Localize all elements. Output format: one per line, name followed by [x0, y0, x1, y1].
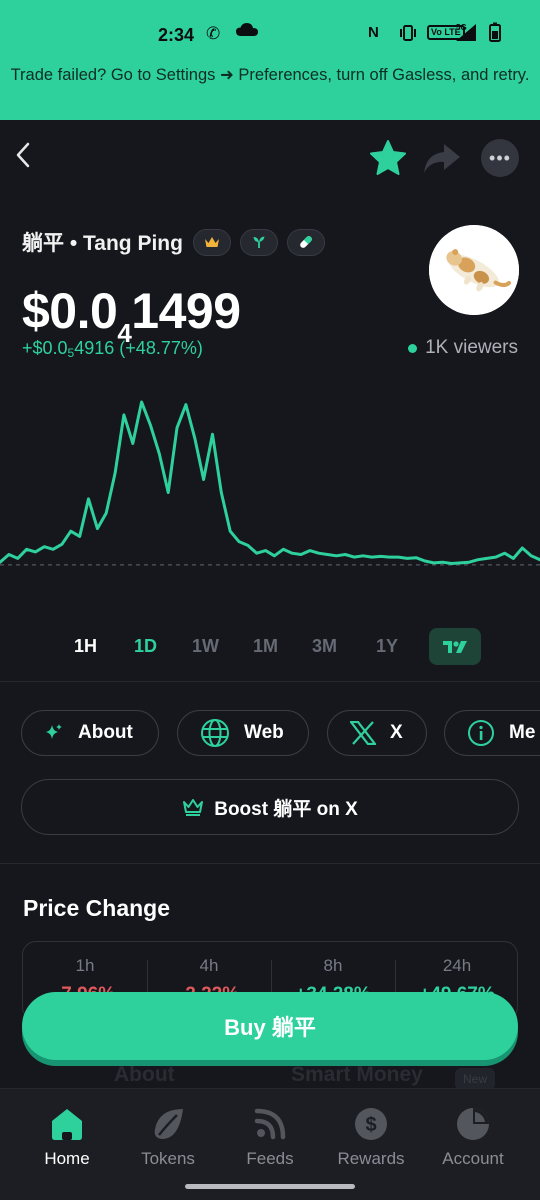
range-1y[interactable]: 1Y — [376, 636, 398, 657]
tradingview-icon — [443, 640, 467, 653]
change-prefix: +$0.0 — [22, 338, 68, 358]
section-divider — [0, 681, 540, 682]
price-prefix: $0.0 — [22, 283, 118, 339]
battery-icon — [489, 22, 501, 47]
svg-text:$: $ — [365, 1114, 376, 1136]
info-icon — [467, 719, 495, 747]
sprout-icon — [253, 236, 265, 248]
account-icon — [454, 1105, 492, 1143]
cloud-icon — [236, 22, 258, 43]
sparkle-icon — [44, 723, 64, 743]
range-1m[interactable]: 1M — [253, 636, 278, 657]
chevron-left-icon — [16, 142, 30, 168]
sprout-badge[interactable] — [239, 228, 278, 256]
globe-icon — [200, 718, 230, 748]
web-pill[interactable]: Web — [177, 710, 309, 756]
gesture-home-indicator[interactable] — [185, 1184, 355, 1189]
x-logo-icon — [350, 721, 376, 745]
phone-icon: ✆ — [206, 24, 221, 43]
ellipsis-icon: ••• — [489, 147, 511, 168]
boost-on-x-button[interactable]: Boost 躺平 on X — [21, 779, 519, 835]
section-divider — [0, 863, 540, 864]
viewers-label: 1K viewers — [425, 337, 518, 358]
about-tab[interactable]: About — [114, 1063, 175, 1087]
rewards-icon: $ — [352, 1105, 390, 1143]
price-digits: 1499 — [131, 283, 241, 339]
share-button[interactable] — [422, 138, 462, 178]
viewer-count: 1K viewers — [408, 337, 518, 359]
price-change-label: 4h — [199, 956, 219, 975]
gasless-warning-banner[interactable]: Trade failed? Go to Settings ➜ Preferenc… — [0, 62, 540, 120]
tab-rewards[interactable]: $ Rewards — [326, 1105, 416, 1169]
new-badge: New — [455, 1068, 495, 1090]
tab-account[interactable]: Account — [428, 1105, 518, 1169]
feeds-icon — [251, 1105, 289, 1143]
x-label: X — [390, 722, 403, 743]
price-change-title: Price Change — [23, 895, 170, 921]
nfc-icon: N — [368, 24, 379, 41]
banner-text: Trade failed? Go to Settings ➜ Preferenc… — [10, 66, 530, 84]
smart-money-tab[interactable]: Smart Money — [291, 1063, 423, 1087]
buy-label: Buy 躺平 — [224, 1015, 316, 1040]
tab-label: Feeds — [246, 1149, 294, 1168]
range-1w[interactable]: 1W — [192, 636, 219, 657]
web-label: Web — [244, 722, 284, 743]
tokens-icon — [149, 1105, 187, 1143]
home-icon — [48, 1105, 86, 1143]
range-3m[interactable]: 3M — [312, 636, 337, 657]
price-change: +$0.054916 (+48.77%) — [22, 338, 203, 360]
pill-badge[interactable] — [286, 228, 325, 256]
tab-label: Rewards — [337, 1149, 405, 1168]
about-pill[interactable]: About — [21, 710, 159, 756]
time-range-selector: 1H 1D 1W 1M 3M 1Y — [0, 628, 540, 668]
tab-label: Account — [442, 1149, 504, 1168]
boost-label: Boost 躺平 on X — [214, 798, 358, 820]
price-change-label: 1h — [75, 956, 95, 975]
crown-icon — [204, 236, 219, 247]
range-1d[interactable]: 1D — [134, 636, 157, 657]
share-arrow-icon — [424, 144, 460, 173]
more-options-button[interactable]: ••• — [481, 139, 519, 177]
price-chart[interactable] — [0, 380, 540, 600]
vibrate-icon — [400, 24, 416, 47]
token-name: 躺平 • Tang Ping — [22, 232, 183, 255]
price-change-label: 8h — [323, 956, 343, 975]
range-1h[interactable]: 1H — [74, 636, 97, 657]
price-change-label: 24h — [442, 956, 472, 975]
chart-series-line — [0, 400, 540, 565]
x-pill[interactable]: X — [327, 710, 427, 756]
about-label: About — [78, 722, 133, 743]
pill-icon — [300, 236, 312, 248]
live-dot-icon — [408, 343, 418, 353]
star-icon — [370, 140, 406, 175]
crown-outline-icon — [182, 798, 204, 816]
svg-text:5G: 5G — [456, 23, 467, 32]
signal-icon: 5G — [452, 22, 478, 47]
crown-badge[interactable] — [192, 228, 231, 256]
tab-home[interactable]: Home — [22, 1105, 112, 1169]
change-digits: 4916 — [74, 338, 115, 358]
more-info-pill[interactable]: Me — [444, 710, 540, 756]
token-title-row: 躺平 • Tang Ping — [22, 226, 334, 258]
tab-label: Home — [44, 1149, 90, 1168]
token-avatar[interactable] — [429, 225, 519, 315]
change-percent: (+48.77%) — [119, 338, 203, 358]
cat-lying-image — [429, 225, 519, 315]
buy-button[interactable]: Buy 躺平 — [22, 992, 518, 1060]
tab-feeds[interactable]: Feeds — [225, 1105, 315, 1169]
tab-label: Tokens — [141, 1149, 195, 1168]
more-info-label: Me — [509, 722, 536, 743]
status-time: 2:34 — [158, 25, 195, 45]
top-nav: ••• — [0, 130, 540, 186]
favorite-button[interactable] — [368, 138, 408, 178]
tab-tokens[interactable]: Tokens — [123, 1105, 213, 1169]
tradingview-button[interactable] — [429, 628, 481, 665]
back-button[interactable] — [14, 140, 46, 176]
status-bar: 2:34 ✆ N Vo LTE 5G — [0, 0, 540, 62]
